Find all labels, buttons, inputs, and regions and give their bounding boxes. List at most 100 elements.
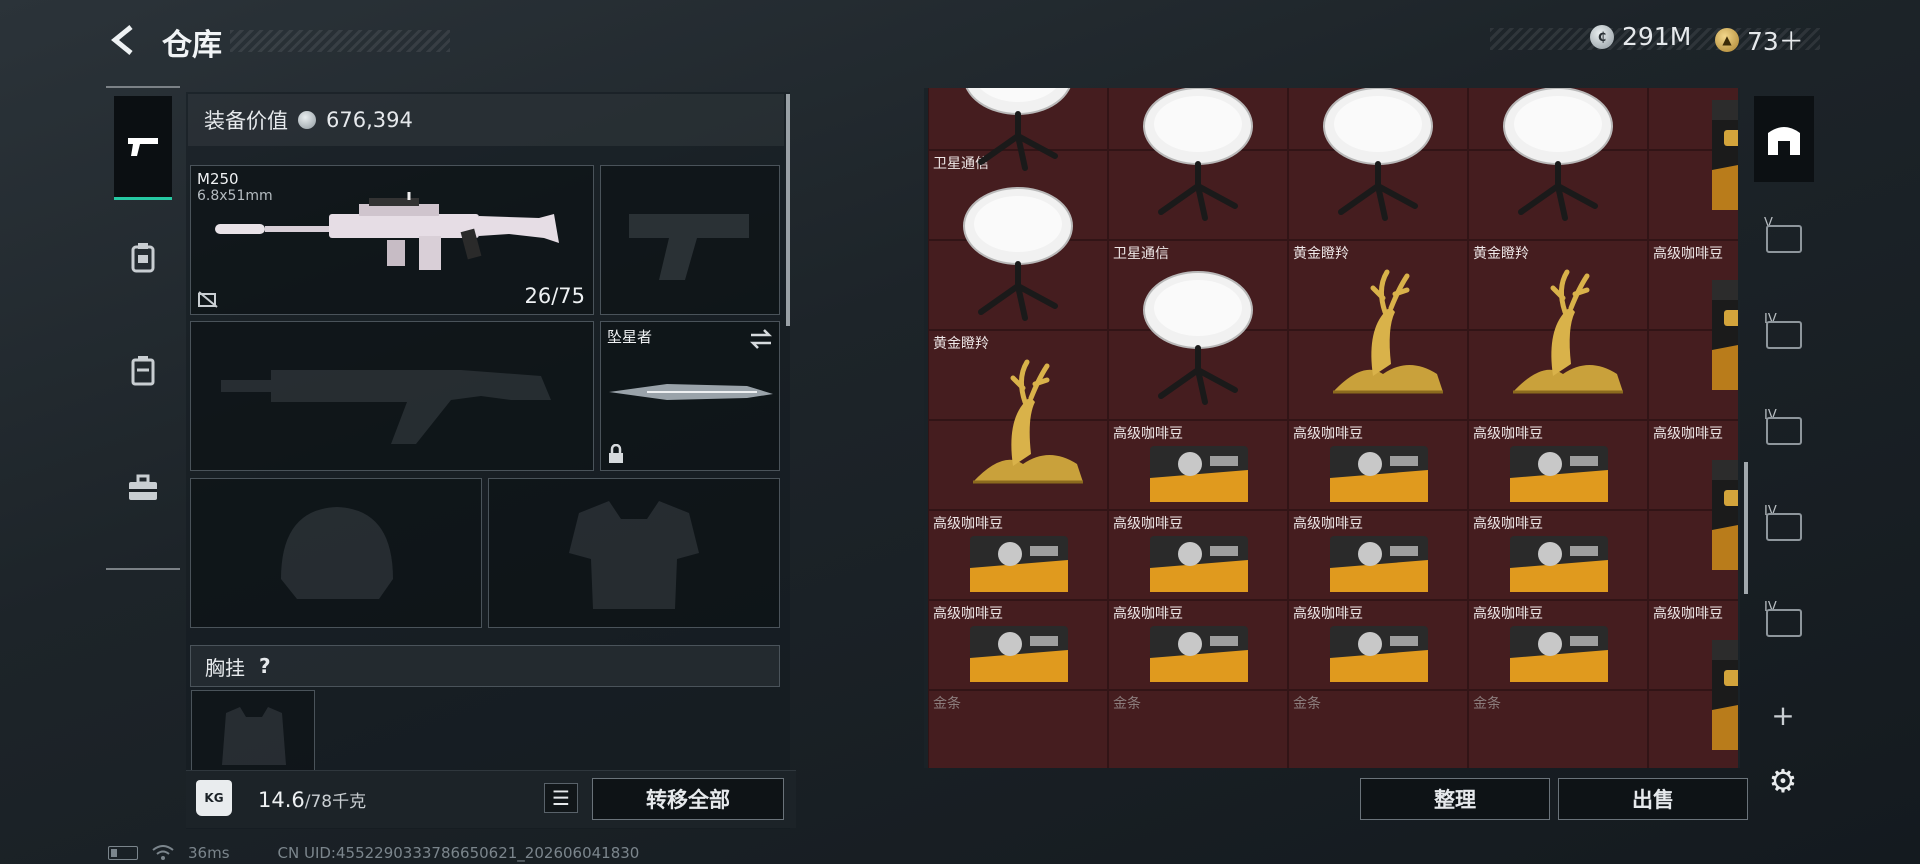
item-label: 黄金瞪羚 xyxy=(933,336,989,352)
inventory-cell[interactable]: 卫星通信 xyxy=(1468,88,1648,150)
armor-slot[interactable] xyxy=(488,478,780,628)
swap-icon[interactable] xyxy=(749,328,773,350)
inventory-cell[interactable] xyxy=(1648,150,1738,240)
currency-premium[interactable]: ▲ 73＋ xyxy=(1715,22,1804,58)
inventory-cell[interactable]: 卫星通信 xyxy=(1288,88,1468,150)
inventory-cell[interactable]: 卫星通信 xyxy=(1108,240,1288,330)
armor-icon xyxy=(131,243,155,273)
item-label: 高级咖啡豆 xyxy=(1473,426,1543,442)
inventory-cell[interactable]: 高级咖啡豆 xyxy=(1108,510,1288,600)
user-uid: CN UID:4552290333786650621_202606041830 xyxy=(277,844,640,862)
helmet-slot[interactable] xyxy=(190,478,482,628)
nav-weapon-tab[interactable] xyxy=(114,96,172,200)
inventory-cell[interactable] xyxy=(928,420,1108,510)
equipment-value: 676,394 xyxy=(326,108,413,132)
nav-backpack-tab[interactable] xyxy=(114,318,172,422)
inventory-cell[interactable]: 金条 xyxy=(1468,690,1648,768)
storage-tab-tier[interactable]: IV xyxy=(1754,292,1814,378)
inventory-cell[interactable]: 高级咖啡豆 xyxy=(1648,420,1738,510)
inventory-cell[interactable]: 卫星通信 xyxy=(928,150,1108,240)
help-icon[interactable]: ? xyxy=(259,654,271,678)
currency-premium-value: 73＋ xyxy=(1747,27,1804,56)
inventory-cell[interactable] xyxy=(1648,690,1738,768)
inventory-cell[interactable]: 高级咖啡豆 xyxy=(1648,600,1738,690)
inventory-cell[interactable]: 高级咖啡豆 xyxy=(1468,510,1648,600)
melee-slot[interactable]: 坠星者 xyxy=(600,321,780,471)
storage-tab-main[interactable] xyxy=(1754,96,1814,182)
sort-button[interactable]: 整理 xyxy=(1360,778,1550,820)
inventory-cell[interactable]: 黄金瞪羚 xyxy=(1288,240,1468,330)
inventory-cell[interactable]: 金条 xyxy=(1108,690,1288,768)
rifle-silhouette-icon xyxy=(221,370,551,444)
inventory-cell[interactable]: 金条 xyxy=(1288,690,1468,768)
inventory-cell[interactable] xyxy=(1108,150,1288,240)
chest-rig-label: 胸挂 xyxy=(205,655,245,680)
folder-box-icon xyxy=(1766,609,1802,637)
inventory-cell[interactable] xyxy=(1648,330,1738,420)
chest-rig-slot[interactable] xyxy=(191,690,315,772)
item-label: 高级咖啡豆 xyxy=(1473,516,1543,532)
inventory-cell[interactable]: 高级咖啡豆 xyxy=(928,600,1108,690)
title-stripe xyxy=(230,30,450,52)
sell-button[interactable]: 出售 xyxy=(1558,778,1748,820)
nav-helmet-armor-tab[interactable] xyxy=(114,206,172,310)
weight-icon: KG xyxy=(196,780,232,816)
coin-icon: ₵ xyxy=(1590,24,1614,49)
page-title: 仓库 xyxy=(162,28,222,63)
settings-gear-icon[interactable]: ⚙ xyxy=(1764,762,1802,800)
inventory-cell[interactable]: 高级咖啡豆 xyxy=(1288,420,1468,510)
pistol-slot[interactable] xyxy=(600,165,780,315)
inventory-cell[interactable]: 高级咖啡豆 xyxy=(1468,600,1648,690)
item-label: 卫星通信 xyxy=(1113,246,1169,262)
back-button[interactable] xyxy=(104,20,144,60)
inventory-grid: 卫星通信卫星通信卫星通信高级咖啡豆卫星通信卫星通信黄金瞪羚黄金瞪羚高级咖啡豆黄金… xyxy=(928,88,1738,768)
item-label: 高级咖啡豆 xyxy=(1113,426,1183,442)
item-label: 高级咖啡豆 xyxy=(1653,246,1723,262)
inventory-cell[interactable]: 高级咖啡豆 xyxy=(1288,600,1468,690)
inventory-cell[interactable] xyxy=(1468,330,1648,420)
no-attachment-icon xyxy=(198,291,218,308)
inventory-cell[interactable]: 高级咖啡豆 xyxy=(1648,240,1738,330)
knife-icon xyxy=(609,384,773,400)
inventory-scrollbar[interactable] xyxy=(1744,462,1748,594)
primary-weapon-slot[interactable]: M250 6.8x51mm 26/75 xyxy=(190,165,594,315)
inventory-cell[interactable]: 黄金瞪羚 xyxy=(1468,240,1648,330)
warehouse-icon xyxy=(1768,127,1800,155)
item-label: 高级咖啡豆 xyxy=(1293,516,1363,532)
nav-case-tab[interactable] xyxy=(114,436,172,540)
inventory-cell[interactable] xyxy=(1288,330,1468,420)
inventory-cell[interactable]: 高级咖啡豆 xyxy=(1468,420,1648,510)
inventory-cell[interactable] xyxy=(1468,150,1648,240)
primary-weapon-name: M250 xyxy=(197,170,239,188)
inventory-cell[interactable]: 卫星通信 xyxy=(1108,88,1288,150)
item-label: 高级咖啡豆 xyxy=(1653,426,1723,442)
inventory-cell[interactable] xyxy=(1108,330,1288,420)
equipment-scrollbar[interactable] xyxy=(786,94,790,326)
inventory-cell[interactable]: 高级咖啡豆 xyxy=(928,510,1108,600)
inventory-cell[interactable] xyxy=(1288,150,1468,240)
storage-tab-tier[interactable]: IV xyxy=(1754,484,1814,570)
item-label: 金条 xyxy=(1473,696,1501,712)
inventory-cell[interactable]: 金条 xyxy=(928,690,1108,768)
add-storage-button[interactable]: + xyxy=(1768,699,1798,732)
storage-tab-tier[interactable]: IV xyxy=(1754,580,1814,666)
inventory-cell[interactable]: 高级咖啡豆 xyxy=(1288,510,1468,600)
storage-tab-tier[interactable]: IV xyxy=(1754,388,1814,474)
storage-tab-tier[interactable]: V xyxy=(1754,196,1814,282)
inventory-cell[interactable] xyxy=(928,240,1108,330)
item-label: 高级咖啡豆 xyxy=(1473,606,1543,622)
inventory-cell[interactable] xyxy=(928,88,1108,150)
inventory-cell[interactable]: 高级咖啡豆 xyxy=(1648,88,1738,150)
currency-coins[interactable]: ₵ 291M xyxy=(1590,22,1691,51)
inventory-cell[interactable] xyxy=(1648,510,1738,600)
item-label: 金条 xyxy=(933,696,961,712)
transfer-all-button[interactable]: 转移全部 xyxy=(592,778,784,820)
inventory-cell[interactable]: 高级咖啡豆 xyxy=(1108,600,1288,690)
safe-box-icon xyxy=(1766,321,1802,349)
list-view-button[interactable]: ☰ xyxy=(544,783,578,813)
m250-rifle-icon xyxy=(215,192,559,270)
inventory-cell[interactable]: 黄金瞪羚 xyxy=(928,330,1108,420)
secondary-weapon-slot[interactable] xyxy=(190,321,594,471)
inventory-cell[interactable]: 高级咖啡豆 xyxy=(1108,420,1288,510)
chest-rig-silhouette-icon xyxy=(222,707,286,765)
